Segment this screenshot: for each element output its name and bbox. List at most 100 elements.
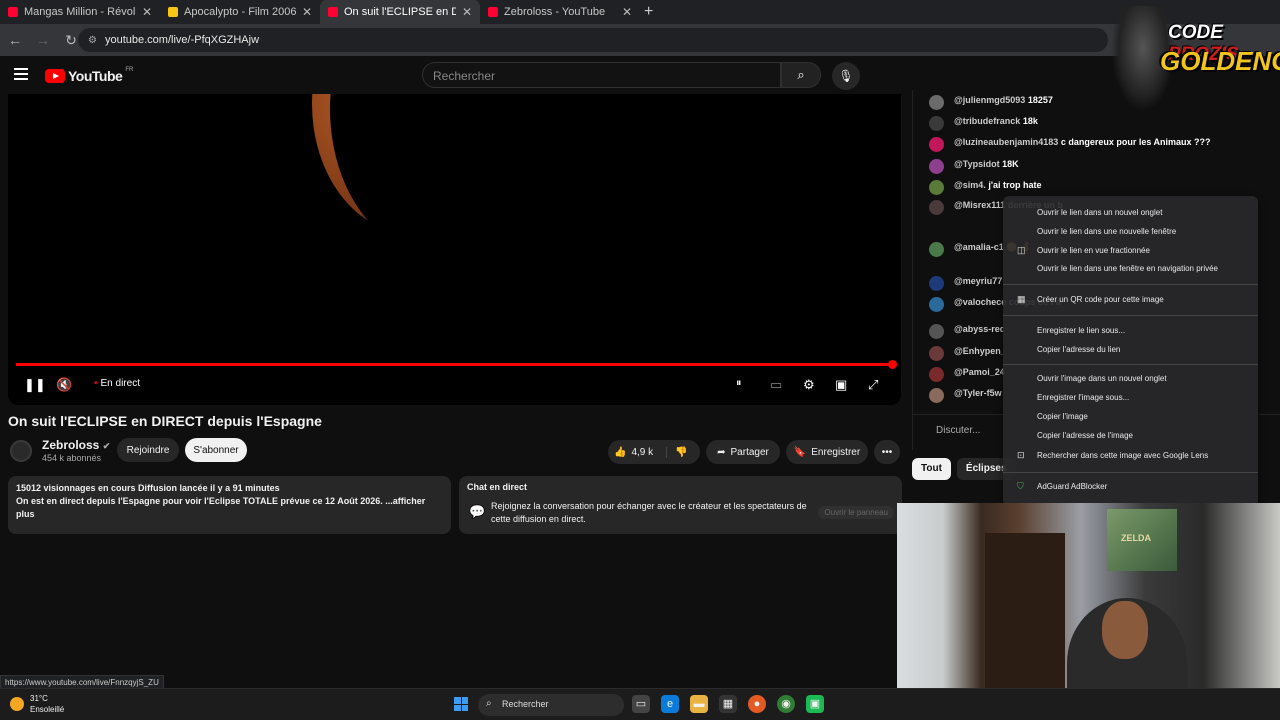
task-view-icon[interactable]: ▭ [632, 695, 650, 713]
browser-tab[interactable]: On suit l'ECLIPSE en DIRECT ✕ [320, 0, 480, 24]
qr-icon: ▦ [1017, 294, 1026, 304]
context-menu-item[interactable]: Ouvrir le lien en vue fractionnée [1037, 246, 1150, 255]
menu-icon[interactable] [14, 68, 28, 80]
browser-tab[interactable]: Zebroloss - YouTube ✕ [480, 0, 640, 24]
microphone-icon[interactable]: 🎙 [832, 62, 860, 90]
share-button[interactable]: ➦ Partager [706, 440, 780, 464]
chrome-icon[interactable]: ◉ [777, 695, 795, 713]
chat-author[interactable]: @luzineaubenjamin4183 [954, 137, 1058, 147]
theater-mode-icon[interactable]: ▣ [835, 377, 847, 393]
close-tab-icon[interactable]: ✕ [622, 5, 632, 19]
context-menu-item[interactable]: Enregistrer l'image sous... [1037, 393, 1129, 402]
chat-author[interactable]: @amalia-c1 [954, 242, 1004, 252]
chat-avatar[interactable] [929, 95, 944, 110]
new-tab-icon[interactable]: + [644, 3, 653, 21]
store-icon[interactable]: ▦ [719, 695, 737, 713]
context-menu-item[interactable]: AdGuard AdBlocker [1037, 482, 1107, 491]
chat-avatar[interactable] [929, 297, 944, 312]
settings-gear-icon[interactable]: ⚙ [803, 377, 815, 393]
chat-author[interactable]: @julienmgd5093 [954, 95, 1025, 105]
autoplay-toggle-icon[interactable]: ⏸ [736, 377, 742, 390]
lens-icon: ⊡ [1017, 450, 1025, 460]
chat-avatar[interactable] [929, 346, 944, 361]
chat-avatar[interactable] [929, 276, 944, 291]
weather-widget[interactable]: 31°C Ensoleillé [10, 693, 64, 715]
chat-avatar[interactable] [929, 116, 944, 131]
browser-tab[interactable]: Mangas Million - Révolution de ✕ [0, 0, 160, 24]
channel-name[interactable]: Zebroloss ✔ [42, 438, 110, 452]
youtube-logo[interactable]: YouTube FR [45, 67, 134, 84]
chat-author[interactable]: @meyriu77 [954, 276, 1002, 286]
chat-avatar[interactable] [929, 180, 944, 195]
browser-tab[interactable]: Apocalypto - Film 2006 - AlloC ✕ [160, 0, 320, 24]
chat-message[interactable]: @sim4. j'ai trop hate [929, 180, 1269, 195]
like-count[interactable]: 4,9 k [631, 447, 653, 458]
progress-bar[interactable] [16, 360, 897, 369]
chat-author[interactable]: @Pamoi_24 [954, 367, 1005, 377]
description-box[interactable]: 15012 visionnages en cours Diffusion lan… [8, 476, 451, 534]
close-tab-icon[interactable]: ✕ [462, 5, 472, 19]
split-icon: ◫ [1017, 245, 1026, 255]
chat-author[interactable]: @sim4. [954, 180, 986, 190]
video-player[interactable]: ❚❚ 🔇 • En direct ⏸ ▭ ⚙ ▣ ⤢ [8, 94, 901, 405]
chat-author[interactable]: @valochece [954, 297, 1006, 307]
share-icon: ➦ [717, 446, 726, 458]
chat-author[interactable]: @Typsidot [954, 159, 1000, 169]
like-icon[interactable]: 👍 [614, 447, 626, 458]
save-button[interactable]: 🔖 Enregistrer [786, 440, 868, 464]
chat-message[interactable]: @tribudefranck 18k [929, 116, 1269, 131]
context-menu-item[interactable]: Créer un QR code pour cette image [1037, 295, 1164, 304]
chat-avatar[interactable] [929, 200, 944, 215]
join-button[interactable]: Rejoindre [117, 438, 179, 462]
live-indicator[interactable]: • En direct [94, 378, 140, 389]
chat-author[interactable]: @abyss-rec [954, 324, 1005, 334]
filter-chip[interactable]: Tout [912, 458, 951, 480]
context-menu-item[interactable]: Ouvrir l'image dans un nouvel onglet [1037, 374, 1167, 383]
context-menu-item[interactable]: Ouvrir le lien dans un nouvel onglet [1037, 208, 1162, 217]
close-tab-icon[interactable]: ✕ [302, 5, 312, 19]
site-info-icon[interactable]: ⚙ [88, 35, 97, 46]
subtitles-icon[interactable]: ▭ [770, 377, 782, 393]
chat-author[interactable]: @Misrex111 [954, 200, 1005, 210]
chat-avatar[interactable] [929, 137, 944, 152]
chat-author[interactable]: @Tyler-f5w [954, 388, 1002, 398]
context-menu-item[interactable]: Copier l'adresse du lien [1037, 345, 1120, 354]
firefox-icon[interactable]: ● [748, 695, 766, 713]
open-panel-button[interactable]: Ouvrir le panneau [818, 506, 894, 519]
pause-icon[interactable]: ❚❚ [24, 377, 46, 393]
region-code: FR [125, 67, 134, 73]
forward-icon[interactable]: → [34, 32, 52, 48]
chat-avatar[interactable] [929, 324, 944, 339]
context-menu-item[interactable]: Copier l'adresse de l'image [1037, 431, 1133, 440]
close-tab-icon[interactable]: ✕ [142, 5, 152, 19]
dislike-icon[interactable]: 👎 [666, 446, 688, 458]
chat-author[interactable]: @tribudefranck [954, 116, 1020, 126]
more-actions-icon[interactable]: ••• [874, 440, 900, 464]
taskbar-search[interactable]: ⌕ Rechercher [478, 694, 624, 716]
chat-avatar[interactable] [929, 159, 944, 174]
chat-avatar[interactable] [929, 367, 944, 382]
mute-icon[interactable]: 🔇 [56, 377, 72, 393]
save-label: Enregistrer [811, 446, 861, 458]
file-explorer-icon[interactable]: ▬ [690, 695, 708, 713]
chat-avatar[interactable] [929, 242, 944, 257]
search-icon[interactable]: ⌕ [781, 62, 821, 88]
context-menu-item[interactable]: Ouvrir le lien dans une nouvelle fenêtre [1037, 227, 1176, 236]
chat-message[interactable]: @luzineaubenjamin4183 c dangereux pour l… [929, 137, 1269, 152]
chat-avatar[interactable] [929, 388, 944, 403]
fullscreen-icon[interactable]: ⤢ [868, 377, 878, 393]
channel-avatar[interactable] [10, 440, 32, 462]
app-icon[interactable]: ▣ [806, 695, 824, 713]
edge-icon[interactable]: e [661, 695, 679, 713]
windows-start-icon[interactable] [454, 697, 468, 711]
back-icon[interactable]: ← [6, 32, 24, 48]
context-menu-item[interactable]: Copier l'image [1037, 412, 1088, 421]
subscribe-button[interactable]: S'abonner [185, 438, 247, 462]
chat-message[interactable]: @Typsidot 18K [929, 159, 1269, 174]
search-input[interactable]: Rechercher [422, 62, 781, 88]
context-menu-item[interactable]: Rechercher dans cette image avec Google … [1037, 451, 1208, 460]
context-menu-item[interactable]: Enregistrer le lien sous... [1037, 326, 1125, 335]
url-field[interactable]: ⚙ youtube.com/live/-PfqXGZHAjw [78, 28, 1108, 52]
chat-author[interactable]: @Enhypen_ [954, 346, 1006, 356]
context-menu-item[interactable]: Ouvrir le lien dans une fenêtre en navig… [1037, 264, 1218, 273]
